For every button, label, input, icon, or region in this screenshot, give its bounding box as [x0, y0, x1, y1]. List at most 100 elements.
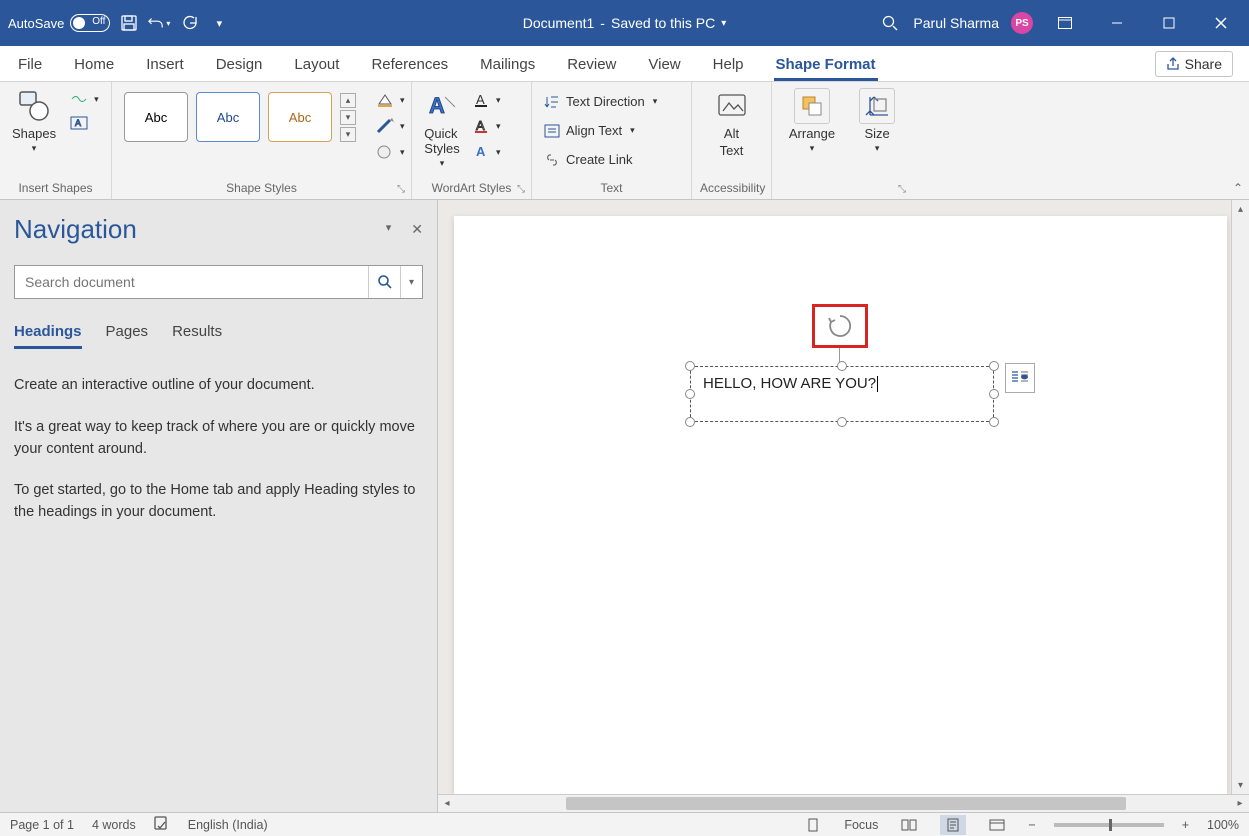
read-mode-icon[interactable]	[896, 815, 922, 835]
share-button[interactable]: Share	[1155, 51, 1233, 77]
gallery-up-icon[interactable]: ▴	[340, 93, 356, 108]
style-preset-1[interactable]: Abc	[124, 92, 188, 142]
style-preset-3[interactable]: Abc	[268, 92, 332, 142]
focus-mode-button[interactable]	[800, 815, 826, 835]
status-words[interactable]: 4 words	[92, 818, 136, 832]
scroll-down-icon[interactable]: ▾	[1232, 776, 1249, 794]
shape-style-gallery[interactable]: Abc Abc Abc ▴ ▾ ▾	[120, 86, 360, 148]
edit-shape-button[interactable]: ▾	[66, 90, 103, 108]
quick-styles-button[interactable]: A Quick Styles▾	[420, 86, 464, 171]
shape-outline-button[interactable]: ▾	[372, 116, 409, 136]
nav-close-icon[interactable]: ✕	[411, 221, 423, 238]
tab-insert[interactable]: Insert	[144, 48, 186, 81]
scroll-right-icon[interactable]: ▸	[1231, 798, 1249, 809]
layout-options-button[interactable]	[1005, 363, 1035, 393]
nav-tab-headings[interactable]: Headings	[14, 317, 82, 349]
tab-shape-format[interactable]: Shape Format	[774, 48, 878, 81]
shapes-gallery-button[interactable]: Shapes▾	[8, 86, 60, 156]
search-options-icon[interactable]: ▾	[400, 266, 422, 298]
save-icon[interactable]	[118, 12, 140, 34]
redo-icon[interactable]	[178, 12, 200, 34]
resize-handle-n[interactable]	[837, 361, 847, 371]
tab-layout[interactable]: Layout	[292, 48, 341, 81]
gallery-down-icon[interactable]: ▾	[340, 110, 356, 125]
nav-tab-pages[interactable]: Pages	[106, 317, 149, 349]
zoom-slider[interactable]	[1054, 823, 1164, 827]
shape-styles-launcher-icon[interactable]: ⤡	[394, 182, 408, 196]
style-preset-2[interactable]: Abc	[196, 92, 260, 142]
shapes-icon	[16, 88, 52, 124]
resize-handle-ne[interactable]	[989, 361, 999, 371]
collapse-ribbon-icon[interactable]: ⌃	[1233, 181, 1243, 195]
user-avatar[interactable]: PS	[1011, 12, 1033, 34]
zoom-in-icon[interactable]: +	[1182, 818, 1189, 832]
save-status-chevron-icon[interactable]: ▾	[721, 18, 726, 29]
toggle-switch[interactable]: Off	[70, 14, 110, 32]
resize-handle-e[interactable]	[989, 389, 999, 399]
scroll-left-icon[interactable]: ◂	[438, 798, 456, 809]
resize-handle-se[interactable]	[989, 417, 999, 427]
nav-options-icon[interactable]: ▾	[386, 221, 392, 238]
document-page[interactable]: HELLO, HOW ARE YOU?	[454, 216, 1227, 796]
nav-tabs: Headings Pages Results	[14, 317, 423, 349]
zoom-level[interactable]: 100%	[1207, 818, 1239, 832]
tab-view[interactable]: View	[646, 48, 682, 81]
resize-handle-s[interactable]	[837, 417, 847, 427]
web-layout-icon[interactable]	[984, 815, 1010, 835]
scroll-up-icon[interactable]: ▴	[1232, 200, 1249, 218]
tab-help[interactable]: Help	[711, 48, 746, 81]
nav-body: Create an interactive outline of your do…	[14, 375, 423, 544]
maximize-icon[interactable]	[1149, 8, 1189, 38]
tab-file[interactable]: File	[16, 48, 44, 81]
text-outline-button[interactable]: A▾	[470, 116, 505, 136]
zoom-out-icon[interactable]: −	[1028, 818, 1035, 832]
status-page[interactable]: Page 1 of 1	[10, 818, 74, 832]
text-fill-button[interactable]: A▾	[470, 90, 505, 110]
resize-handle-w[interactable]	[685, 389, 695, 399]
ribbon-display-icon[interactable]	[1045, 8, 1085, 38]
close-icon[interactable]	[1201, 8, 1241, 38]
shape-effects-button[interactable]: ▾	[372, 142, 409, 162]
size-launcher-icon[interactable]: ⤡	[895, 182, 909, 196]
size-button[interactable]: Size▾	[855, 86, 899, 156]
text-effects-button[interactable]: A▾	[470, 142, 505, 162]
textbox-content[interactable]: HELLO, HOW ARE YOU?	[703, 375, 876, 392]
status-proofing-icon[interactable]	[154, 816, 170, 833]
rotate-handle-highlight[interactable]	[812, 304, 868, 348]
search-input[interactable]	[15, 266, 368, 298]
search-icon[interactable]	[879, 12, 901, 34]
customize-qat-icon[interactable]: ▾	[208, 12, 230, 34]
tab-references[interactable]: References	[369, 48, 450, 81]
focus-label[interactable]: Focus	[844, 818, 878, 832]
resize-handle-sw[interactable]	[685, 417, 695, 427]
draw-textbox-button[interactable]: A	[66, 114, 103, 132]
resize-handle-nw[interactable]	[685, 361, 695, 371]
wordart-launcher-icon[interactable]: ⤡	[514, 182, 528, 196]
create-link-button[interactable]: Create Link	[540, 150, 661, 169]
text-direction-button[interactable]: Text Direction▾	[540, 92, 661, 111]
print-layout-icon[interactable]	[940, 815, 966, 835]
search-submit-icon[interactable]	[368, 266, 400, 298]
undo-icon[interactable]: ▾	[148, 12, 170, 34]
tab-design[interactable]: Design	[214, 48, 265, 81]
status-language[interactable]: English (India)	[188, 818, 268, 832]
scroll-track[interactable]	[456, 795, 1231, 812]
vertical-scrollbar[interactable]: ▴ ▾	[1231, 200, 1249, 794]
user-name[interactable]: Parul Sharma	[913, 15, 999, 31]
tab-review[interactable]: Review	[565, 48, 618, 81]
align-text-button[interactable]: Align Text▾	[540, 121, 661, 140]
tab-home[interactable]: Home	[72, 48, 116, 81]
gallery-more-icon[interactable]: ▾	[340, 127, 356, 142]
horizontal-scrollbar[interactable]: ◂ ▸	[438, 794, 1249, 812]
save-status[interactable]: Saved to this PC	[611, 15, 715, 31]
nav-tab-results[interactable]: Results	[172, 317, 222, 349]
outline-icon	[376, 118, 394, 134]
autosave-toggle[interactable]: AutoSave Off	[8, 14, 110, 32]
scroll-thumb[interactable]	[566, 797, 1126, 810]
shape-fill-button[interactable]: ▾	[372, 90, 409, 110]
text-box[interactable]: HELLO, HOW ARE YOU?	[690, 366, 994, 422]
arrange-button[interactable]: Arrange▾	[785, 86, 839, 156]
minimize-icon[interactable]	[1097, 8, 1137, 38]
tab-mailings[interactable]: Mailings	[478, 48, 537, 81]
alt-text-button[interactable]: Alt Text	[710, 86, 754, 160]
